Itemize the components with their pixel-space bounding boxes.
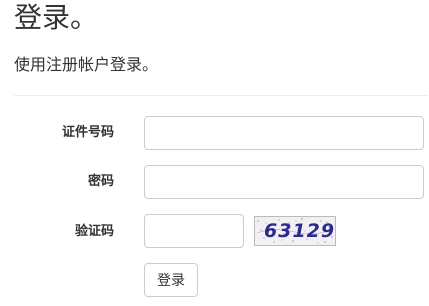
password-input[interactable] <box>144 165 424 199</box>
login-button[interactable]: 登录 <box>144 263 198 297</box>
captcha-code: 63129 <box>264 220 336 242</box>
captcha-input[interactable] <box>144 214 244 248</box>
page-title: 登录。 <box>14 1 99 34</box>
divider <box>14 95 428 96</box>
captcha-image[interactable]: 63129 <box>254 216 336 246</box>
captcha-label: 验证码 <box>74 224 114 239</box>
id-number-label: 证件号码 <box>61 125 114 140</box>
page-subtitle: 使用注册帐户登录。 <box>14 55 159 74</box>
id-number-input[interactable] <box>144 116 424 150</box>
password-label: 密码 <box>87 174 114 189</box>
